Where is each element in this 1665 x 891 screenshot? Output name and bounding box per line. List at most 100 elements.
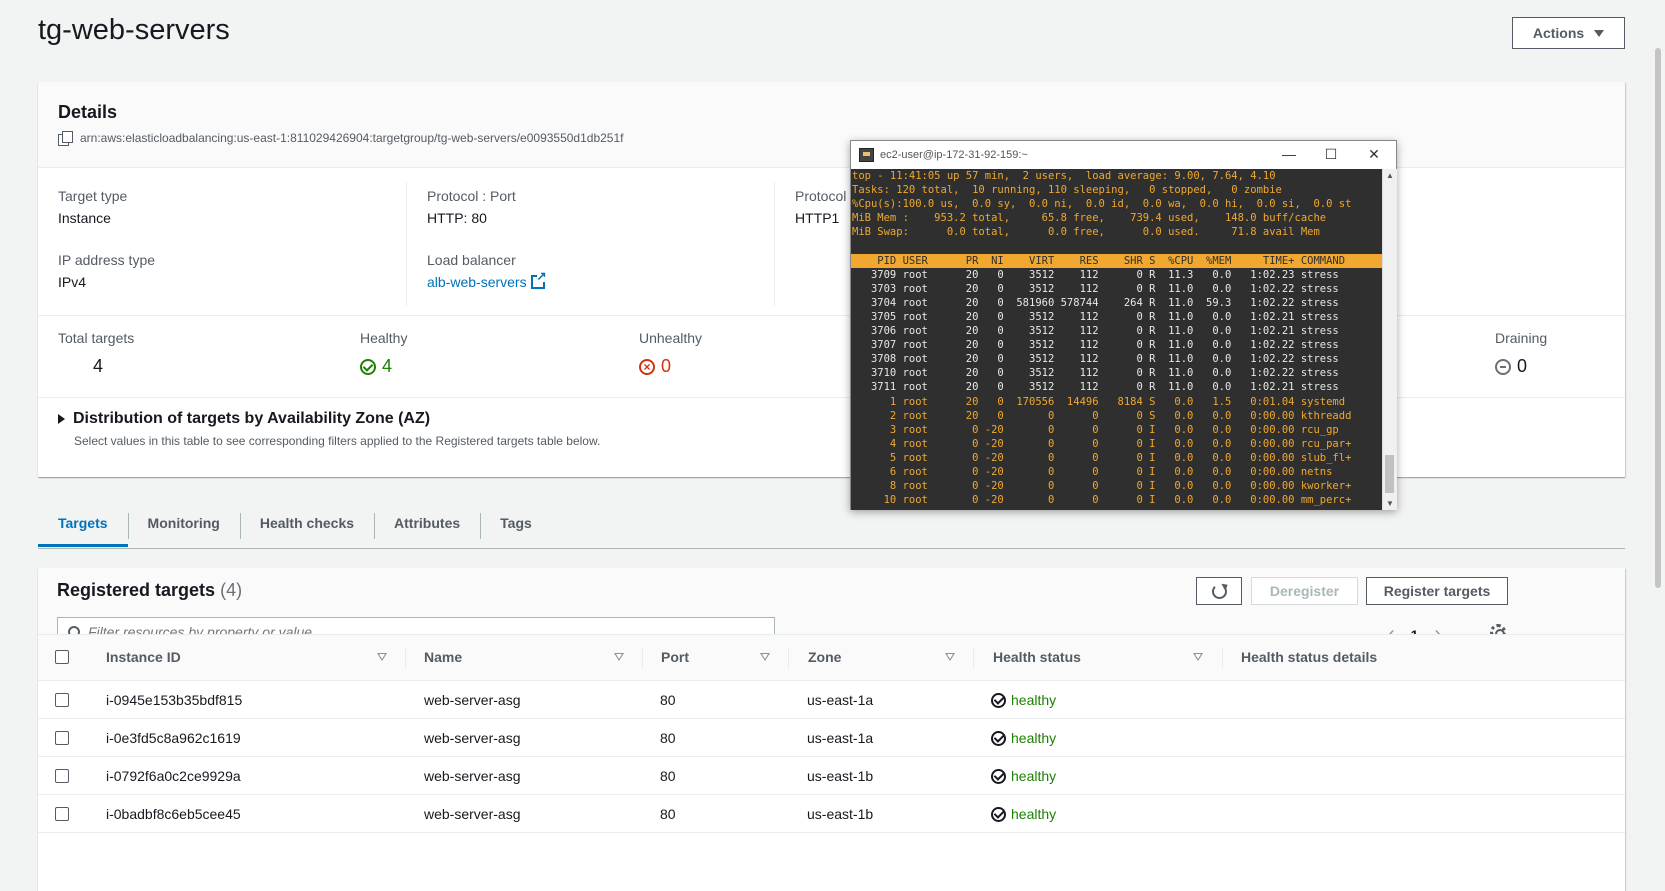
- column-divider: [1222, 647, 1223, 669]
- terminal-line: 3710 root 20 0 3512 112 0 R 11.0 0.0 1:0…: [852, 367, 1339, 380]
- draining-value-row: 0: [1495, 356, 1547, 377]
- terminal-line: 3708 root 20 0 3512 112 0 R 11.0 0.0 1:0…: [852, 353, 1339, 366]
- sort-icon[interactable]: [377, 653, 387, 661]
- terminal-line: 3711 root 20 0 3512 112 0 R 11.0 0.0 1:0…: [852, 381, 1339, 394]
- health-text: healthy: [1011, 806, 1057, 822]
- deregister-button[interactable]: Deregister: [1251, 577, 1358, 605]
- column-divider: [788, 647, 789, 669]
- terminal-line: 3704 root 20 0 581960 578744 264 R 11.0 …: [852, 296, 1339, 309]
- instance-id-link[interactable]: i-0e3fd5c8a962c1619: [106, 730, 241, 746]
- health-text: healthy: [1011, 692, 1057, 708]
- target-type-label: Target type: [58, 188, 128, 204]
- tab-attributes[interactable]: Attributes: [374, 503, 480, 547]
- close-icon[interactable]: ✕: [1366, 146, 1382, 163]
- registered-targets-panel: Registered targets (4) Deregister Regist…: [38, 568, 1625, 891]
- column-divider: [642, 647, 643, 669]
- terminal-output[interactable]: top - 11:41:05 up 57 min, 2 users, load …: [851, 169, 1382, 510]
- row-name: web-server-asg: [424, 768, 521, 784]
- unhealthy-count: Unhealthy × 0: [639, 330, 702, 377]
- row-port: 80: [660, 768, 676, 784]
- kv-column-2: Protocol : Port HTTP: 80 Load balancer a…: [406, 182, 774, 306]
- az-title: Distribution of targets by Availability …: [73, 410, 431, 427]
- putty-icon: [859, 148, 874, 162]
- col-name[interactable]: Name: [424, 649, 462, 665]
- terminal-line: %Cpu(s):100.0 us, 0.0 sy, 0.0 ni, 0.0 id…: [852, 198, 1352, 211]
- process-list-active: 3709 root 20 0 3512 112 0 R 11.3 0.0 1:0…: [851, 268, 1382, 395]
- row-zone: us-east-1b: [807, 768, 874, 784]
- healthy-check-icon: [360, 358, 376, 375]
- copy-icon[interactable]: [58, 131, 73, 146]
- health-text: healthy: [1011, 730, 1057, 746]
- terminal-line: 3709 root 20 0 3512 112 0 R 11.3 0.0 1:0…: [852, 268, 1339, 281]
- unhealthy-label: Unhealthy: [639, 330, 703, 346]
- status-ok-icon: [991, 768, 1006, 784]
- health-text: healthy: [1011, 768, 1057, 784]
- terminal-titlebar[interactable]: ec2-user@ip-172-31-92-159:~ — ☐ ✕: [851, 141, 1396, 169]
- unhealthy-value: 0: [661, 356, 672, 376]
- target-type-value: Instance: [58, 210, 111, 226]
- row-zone: us-east-1b: [807, 806, 874, 822]
- row-checkbox[interactable]: [55, 693, 69, 707]
- protocol-port-value: HTTP: 80: [427, 210, 487, 226]
- healthy-label: Healthy: [360, 330, 408, 346]
- actions-button[interactable]: Actions: [1512, 17, 1625, 49]
- instance-id-link[interactable]: i-0badbf8c6eb5cee45: [106, 806, 241, 822]
- col-instance-id[interactable]: Instance ID: [106, 649, 181, 665]
- scrollbar-thumb[interactable]: [1655, 48, 1661, 588]
- maximize-icon[interactable]: ☐: [1323, 146, 1339, 163]
- terminal-line: 3707 root 20 0 3512 112 0 R 11.0 0.0 1:0…: [852, 339, 1339, 352]
- row-checkbox[interactable]: [55, 807, 69, 821]
- table-row: i-0badbf8c6eb5cee45 web-server-asg 80 us…: [38, 795, 1625, 833]
- draining-count: Draining 0: [1495, 330, 1547, 377]
- load-balancer-link[interactable]: alb-web-servers: [427, 274, 527, 290]
- sort-icon[interactable]: [614, 653, 624, 661]
- register-targets-button[interactable]: Register targets: [1366, 577, 1508, 605]
- select-all-checkbox[interactable]: [55, 650, 69, 664]
- sort-icon[interactable]: [1193, 653, 1203, 661]
- terminal-scrollbar[interactable]: ▲ ▼: [1382, 169, 1397, 510]
- row-checkbox[interactable]: [55, 769, 69, 783]
- process-table-header: PID USER PR NI VIRT RES SHR S %CPU %MEM …: [851, 253, 1382, 268]
- instance-id-link[interactable]: i-0945e153b35bdf815: [106, 692, 242, 708]
- terminal-line: 10 root 0 -20 0 0 0 I 0.0 0.0 0:00.00 mm…: [852, 494, 1352, 507]
- scroll-down-icon[interactable]: ▼: [1386, 499, 1394, 508]
- minimize-icon[interactable]: —: [1281, 146, 1297, 162]
- terminal-window[interactable]: ec2-user@ip-172-31-92-159:~ — ☐ ✕ top - …: [850, 140, 1397, 510]
- terminal-line: 3703 root 20 0 3512 112 0 R 11.0 0.0 1:0…: [852, 282, 1339, 295]
- tab-tags[interactable]: Tags: [480, 503, 552, 547]
- tab-health-checks[interactable]: Health checks: [239, 503, 374, 547]
- col-zone[interactable]: Zone: [808, 649, 841, 665]
- scroll-up-icon[interactable]: ▲: [1386, 171, 1394, 180]
- ip-type-value: IPv4: [58, 274, 87, 290]
- protocol-port-label: Protocol : Port: [427, 188, 516, 204]
- col-health-status-details[interactable]: Health status details: [1241, 649, 1377, 665]
- healthy-value[interactable]: 4: [382, 356, 392, 377]
- total-targets: Total targets 4: [58, 330, 134, 377]
- col-port[interactable]: Port: [661, 649, 689, 665]
- details-title: Details: [58, 102, 118, 122]
- status-ok-icon: [991, 806, 1006, 822]
- targets-table: Instance ID Name Port Zone Health status…: [38, 634, 1625, 833]
- terminal-line: 2 root 20 0 0 0 0 S 0.0 0.0 0:00.00 kthr…: [852, 409, 1352, 422]
- external-link-icon[interactable]: [530, 270, 547, 289]
- sort-icon[interactable]: [760, 653, 770, 661]
- col-health-status[interactable]: Health status: [993, 649, 1081, 665]
- tab-targets[interactable]: Targets: [38, 503, 128, 547]
- tab-monitoring[interactable]: Monitoring: [127, 503, 240, 547]
- total-targets-value: 4: [93, 356, 104, 376]
- terminal-line: 8 root 0 -20 0 0 0 I 0.0 0.0 0:00.00 kwo…: [852, 480, 1352, 493]
- column-divider: [973, 647, 974, 669]
- row-checkbox[interactable]: [55, 731, 69, 745]
- table-row: i-0e3fd5c8a962c1619 web-server-asg 80 us…: [38, 719, 1625, 757]
- instance-id-link[interactable]: i-0792f6a0c2ce9929a: [106, 768, 241, 784]
- terminal-scroll-thumb[interactable]: [1385, 455, 1394, 493]
- registered-targets-count: (4): [220, 580, 243, 600]
- refresh-button[interactable]: [1196, 577, 1242, 605]
- row-health: healthy: [991, 806, 1056, 822]
- terminal-line: MiB Swap: 0.0 total, 0.0 free, 0.0 used.…: [852, 226, 1320, 239]
- sort-icon[interactable]: [945, 653, 955, 661]
- page-scrollbar[interactable]: [1653, 0, 1665, 891]
- row-port: 80: [660, 730, 676, 746]
- terminal-line: MiB Mem : 953.2 total, 65.8 free, 739.4 …: [852, 212, 1327, 225]
- terminal-line: Tasks: 120 total, 10 running, 110 sleepi…: [852, 184, 1282, 197]
